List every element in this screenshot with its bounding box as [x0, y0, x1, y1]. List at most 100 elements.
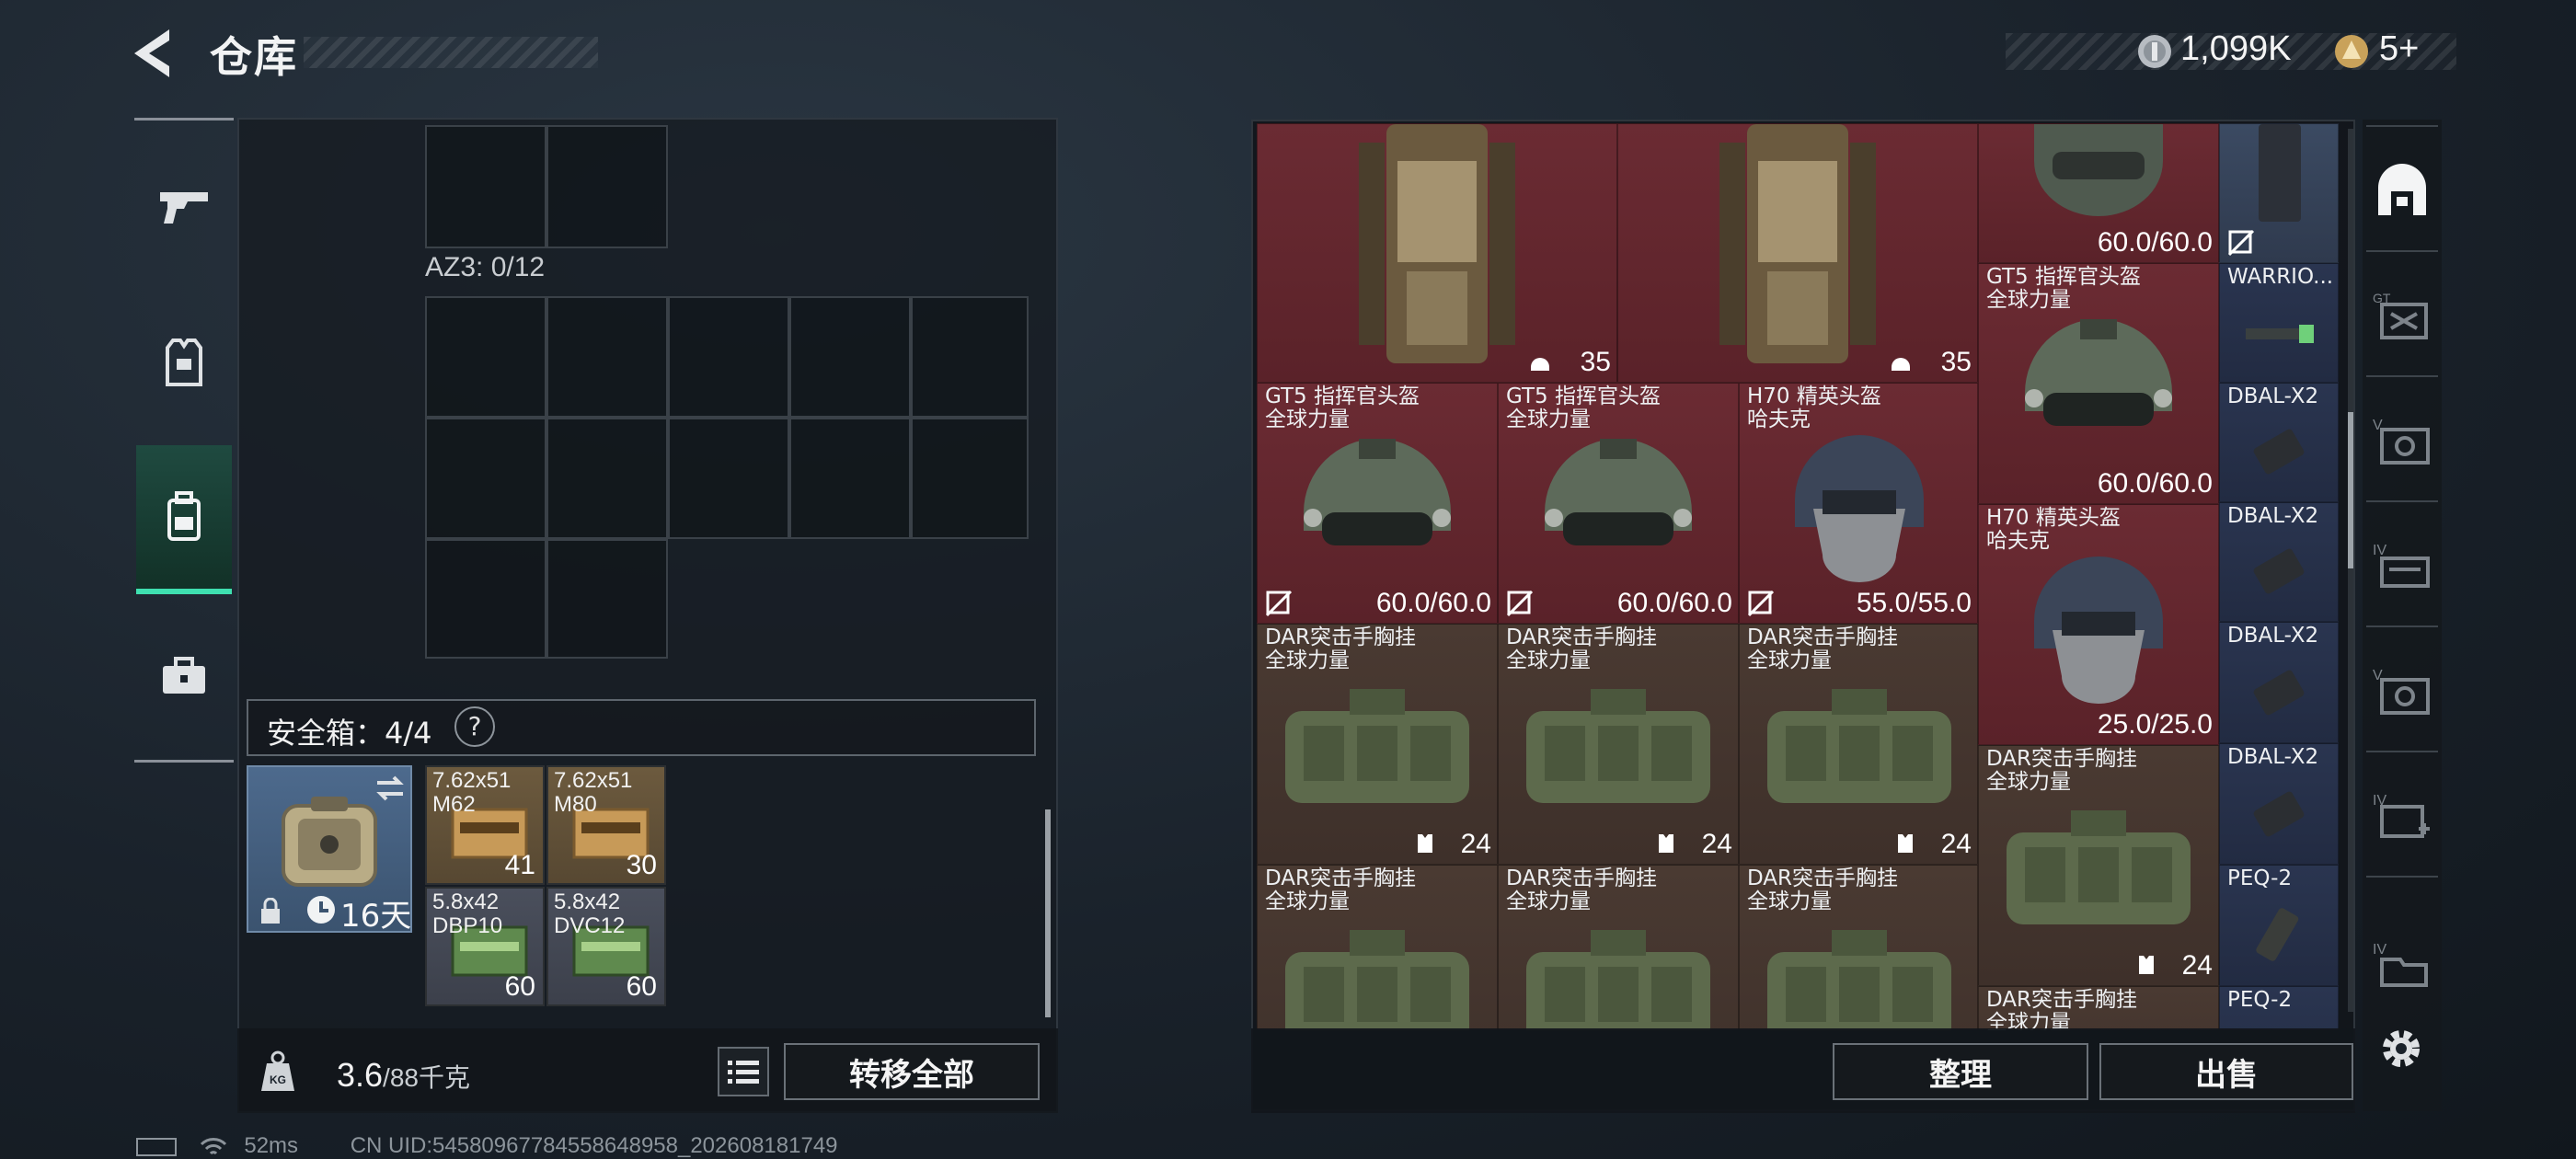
ammo-name: 7.62x51 M62: [432, 768, 512, 817]
grid-slot[interactable]: [425, 125, 546, 248]
warehouse-scrollbar[interactable]: [2348, 412, 2353, 568]
chest-rig-icon: [1285, 689, 1469, 803]
tab-v-1[interactable]: V: [2363, 386, 2442, 499]
ammo-name: 5.8x42 DBP10: [432, 889, 503, 938]
grid-slot[interactable]: [668, 418, 789, 539]
chest-rig-icon: [1767, 930, 1951, 1030]
container-scrollbar[interactable]: [1045, 809, 1051, 1017]
warehouse-item[interactable]: DBAL-X2: [2219, 622, 2339, 743]
grid-slot[interactable]: [425, 418, 546, 539]
ammo-item[interactable]: 5.8x42 DVC12 60: [546, 887, 666, 1006]
tab-iv-1[interactable]: IV: [2363, 511, 2442, 624]
grid-slot[interactable]: [668, 296, 789, 418]
tab-iv-2[interactable]: IV: [2363, 762, 2442, 874]
magazine-icon: [2259, 124, 2301, 222]
warehouse-item[interactable]: DAR突击手胸挂 全球力量 24: [1978, 745, 2219, 986]
warehouse-item[interactable]: DAR突击手胸挂 全球力量: [1498, 865, 1739, 1030]
swap-icon[interactable]: [374, 775, 407, 802]
grid-slot[interactable]: [789, 296, 911, 418]
rail-item-case[interactable]: [136, 607, 232, 745]
settings-button[interactable]: [2375, 1023, 2431, 1078]
clock-icon: [307, 896, 335, 924]
ammo-item[interactable]: 7.62x51 M80 30: [546, 765, 666, 885]
safebox-help-button[interactable]: ?: [454, 706, 495, 747]
grid-slot[interactable]: [425, 296, 546, 418]
item-name: GT5 指挥官头盔 全球力量: [1506, 384, 1661, 431]
tab-v-2[interactable]: V: [2363, 637, 2442, 749]
ammo-item[interactable]: 5.8x42 DBP10 60: [425, 887, 545, 1006]
warehouse-item[interactable]: 60.0/60.0: [1978, 123, 2219, 263]
tab-divider: [2366, 751, 2438, 752]
rail-item-armor[interactable]: [136, 294, 232, 432]
grid-slot[interactable]: [546, 296, 668, 418]
warehouse-item[interactable]: PEQ-2: [2219, 986, 2339, 1030]
item-name: DBAL-X2: [2227, 504, 2319, 528]
grid-slot[interactable]: [789, 418, 911, 539]
grid-slot[interactable]: [911, 418, 1029, 539]
helmet-icon: [2034, 557, 2163, 704]
armor-case-icon: V: [2373, 668, 2430, 715]
warehouse-item[interactable]: DAR突击手胸挂 全球力量 24: [1498, 624, 1739, 865]
warehouse-item[interactable]: H70 精英头盔 哈夫克 25.0/25.0: [1978, 504, 2219, 745]
chest-rig-icon: [1767, 689, 1951, 803]
warehouse-item[interactable]: DBAL-X2: [2219, 743, 2339, 865]
grid-slot[interactable]: [546, 539, 668, 659]
warehouse-item[interactable]: GT5 指挥官头盔 全球力量 60.0/60.0: [1978, 263, 2219, 504]
rail-divider-top: [134, 118, 234, 120]
ping-readout: 52ms: [244, 1133, 299, 1158]
warehouse-item[interactable]: DBAL-X2: [2219, 383, 2339, 502]
token-icon: [2333, 33, 2370, 70]
list-view-button[interactable]: [718, 1047, 769, 1096]
sell-button[interactable]: 出售: [2099, 1043, 2353, 1100]
laser-module-icon: [2253, 791, 2305, 837]
warehouse-item[interactable]: DAR突击手胸挂 全球力量: [1257, 865, 1498, 1030]
warehouse-item[interactable]: DAR突击手胸挂 全球力量: [1739, 865, 1978, 1030]
warehouse-item[interactable]: GT5 指挥官头盔 全球力量 60.0/60.0: [1498, 383, 1739, 624]
transfer-all-button[interactable]: 转移全部: [784, 1043, 1040, 1100]
tab-iv-3[interactable]: IV: [2363, 911, 2442, 1023]
warehouse-item[interactable]: H70 精英头盔 哈夫克 55.0/55.0: [1739, 383, 1978, 624]
warehouse-item[interactable]: DAR突击手胸挂 全球力量: [1978, 986, 2219, 1030]
rail-item-backpack[interactable]: [136, 445, 232, 594]
warehouse-item[interactable]: DAR突击手胸挂 全球力量 24: [1739, 624, 1978, 865]
vest-durability-icon: [2139, 956, 2154, 974]
grid-slot[interactable]: [911, 296, 1029, 418]
item-name: DAR突击手胸挂 全球力量: [1506, 625, 1658, 672]
tab-all[interactable]: [2363, 134, 2442, 247]
item-value: 24: [2181, 950, 2213, 981]
item-value: 24: [1460, 829, 1491, 859]
warehouse-home-icon: [2378, 164, 2426, 215]
warehouse-item[interactable]: 35: [1257, 123, 1617, 383]
currency-secondary: 5+: [2379, 29, 2420, 68]
medical-case-icon: IV: [2373, 793, 2430, 838]
laser-module-icon: [2253, 548, 2305, 594]
warehouse-item[interactable]: WARRIO...: [2219, 263, 2339, 383]
battery-icon: [136, 1137, 177, 1156]
grid-slot[interactable]: [546, 418, 668, 539]
warehouse-item[interactable]: DAR突击手胸挂 全球力量 24: [1257, 624, 1498, 865]
armor-rig-icon: [1359, 124, 1515, 363]
tab-divider: [2366, 500, 2438, 502]
grid-slot[interactable]: [425, 539, 546, 659]
misc-case-icon: IV: [2373, 942, 2428, 987]
item-value: 60.0/60.0: [1375, 588, 1491, 618]
item-name: DBAL-X2: [2227, 384, 2319, 408]
sort-button[interactable]: 整理: [1833, 1043, 2088, 1100]
status-bar: 52ms CN UID:54580967784558648958_2026081…: [136, 1133, 838, 1159]
tab-iv-label: IV: [2373, 543, 2386, 558]
back-button[interactable]: [129, 26, 190, 81]
warehouse-item[interactable]: DBAL-X2: [2219, 502, 2339, 622]
vest-durability-icon: [1659, 834, 1673, 853]
warehouse-item[interactable]: 35: [1617, 123, 1978, 383]
pistol-icon: [160, 192, 208, 224]
chest-rig-icon: [2007, 810, 2191, 924]
ammo-item[interactable]: 7.62x51 M62 41: [425, 765, 545, 885]
warehouse-item[interactable]: GT5 指挥官头盔 全球力量 60.0/60.0: [1257, 383, 1498, 624]
item-name: PEQ-2: [2227, 988, 2293, 1012]
warehouse-item[interactable]: PEQ-2: [2219, 865, 2339, 986]
laser-module-icon: [2253, 670, 2305, 716]
grid-slot[interactable]: [546, 125, 668, 248]
warehouse-item[interactable]: [2219, 123, 2339, 263]
rail-item-weapons[interactable]: [136, 138, 232, 276]
tab-gt[interactable]: GT: [2363, 261, 2442, 373]
